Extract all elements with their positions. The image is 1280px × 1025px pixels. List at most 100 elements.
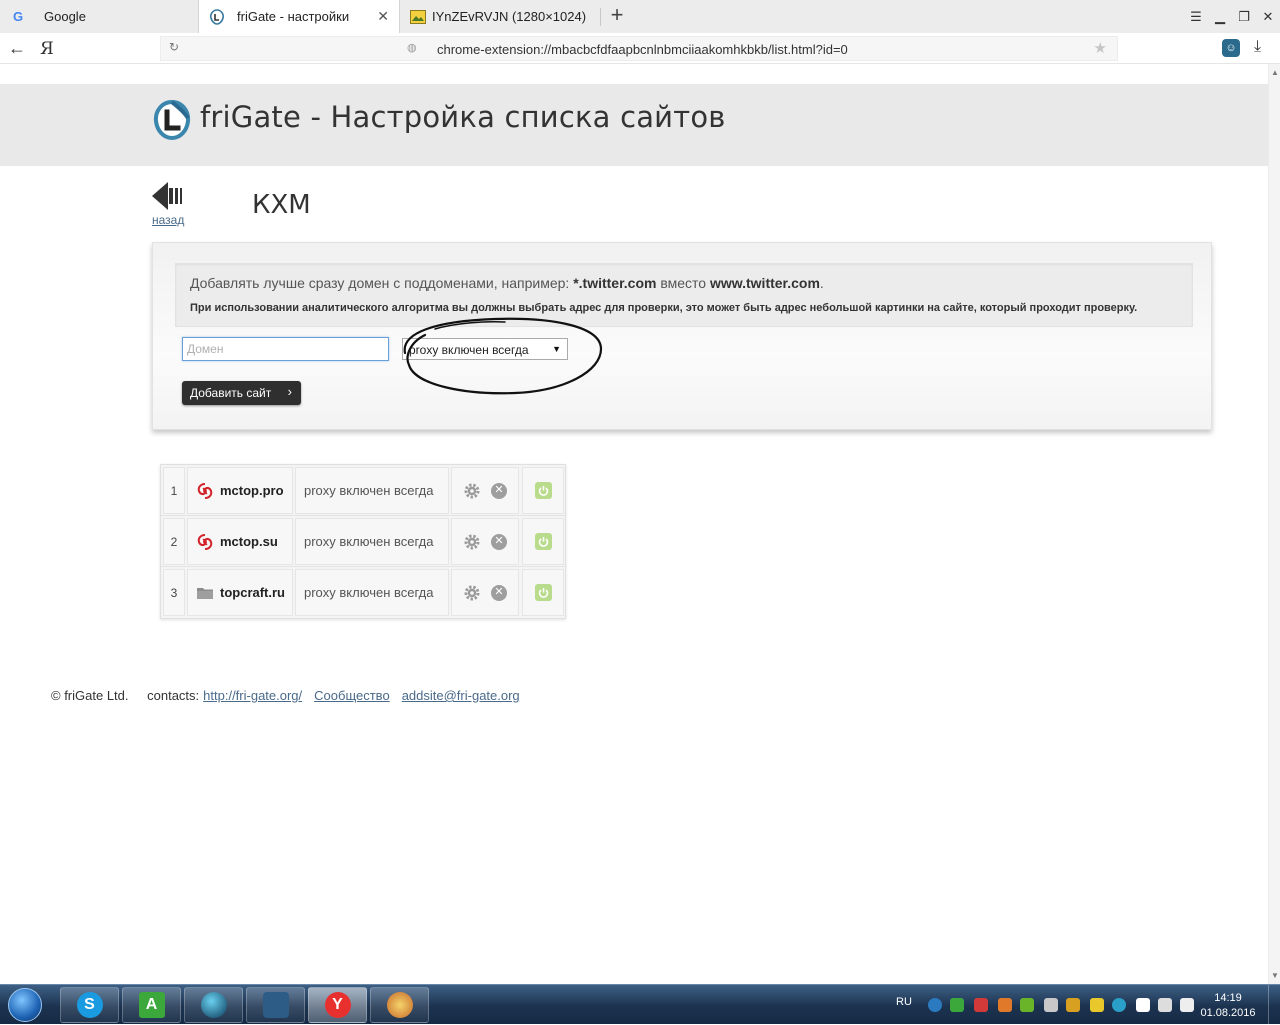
language-indicator[interactable]: RU bbox=[896, 996, 912, 1008]
frigate-logo-icon bbox=[152, 99, 192, 141]
site-domain-cell: mctop.su bbox=[187, 518, 293, 565]
back-arrow-icon bbox=[152, 182, 182, 210]
domain-input[interactable] bbox=[182, 337, 389, 361]
taskbar-photo-app[interactable] bbox=[246, 987, 305, 1023]
site-mode: proxy включен всегда bbox=[295, 467, 449, 514]
clock-time: 14:19 bbox=[1214, 992, 1242, 1004]
globe-icon: ◍ bbox=[407, 42, 417, 54]
tab-image[interactable]: IYnZEvRVJN (1280×1024) bbox=[400, 0, 600, 33]
start-button[interactable] bbox=[2, 986, 48, 1024]
site-domain-cell: mctop.pro bbox=[187, 467, 293, 514]
yandex-button[interactable]: Я bbox=[40, 39, 54, 59]
url-text[interactable]: chrome-extension://mbacbcfdfaapbcnlnbmci… bbox=[437, 42, 848, 57]
taskbar-yandex-browser[interactable]: Y bbox=[308, 987, 367, 1023]
footer-link-site[interactable]: http://fri-gate.org/ bbox=[203, 688, 302, 703]
restore-icon[interactable]: ❐ bbox=[1232, 0, 1256, 33]
proxy-mode-select[interactable]: proxy включен всегда ▼ bbox=[402, 338, 568, 360]
row-number: 1 bbox=[163, 467, 185, 514]
tab-close-icon[interactable]: ✕ bbox=[377, 8, 389, 25]
windows-logo-icon bbox=[8, 988, 42, 1022]
site-toggle bbox=[522, 569, 564, 616]
tray-e-icon[interactable] bbox=[1112, 998, 1126, 1012]
menu-icon[interactable]: ☰ bbox=[1184, 0, 1208, 33]
vertical-scrollbar[interactable]: ▲ ▼ bbox=[1268, 64, 1280, 984]
back-arrow-icon[interactable]: ← bbox=[8, 38, 26, 59]
tray-nvidia-icon[interactable] bbox=[1020, 998, 1034, 1012]
add-site-button[interactable]: Добавить сайт › bbox=[182, 381, 301, 405]
table-row: 1 mctop.pro proxy включен всегда ✕ bbox=[161, 465, 565, 516]
site-actions: ✕ bbox=[451, 518, 519, 565]
power-toggle-icon[interactable] bbox=[534, 482, 552, 499]
new-tab-button[interactable]: + bbox=[606, 4, 628, 28]
back-link-label[interactable]: назад bbox=[152, 213, 184, 227]
taskbar-paint[interactable] bbox=[370, 987, 429, 1023]
row-number: 3 bbox=[163, 569, 185, 616]
gear-icon[interactable] bbox=[463, 584, 481, 602]
extension-icon[interactable]: ☺ bbox=[1222, 39, 1240, 57]
show-desktop-button[interactable] bbox=[1268, 985, 1280, 1025]
footer-link-community[interactable]: Сообщество bbox=[314, 688, 390, 703]
tab-frigate[interactable]: friGate - настройки ✕ bbox=[198, 0, 400, 33]
add-site-label: Добавить сайт bbox=[190, 386, 272, 400]
clock-date: 01.08.2016 bbox=[1200, 1007, 1256, 1019]
taskbar-globe-app[interactable] bbox=[184, 987, 243, 1023]
row-number: 2 bbox=[163, 518, 185, 565]
site-actions: ✕ bbox=[451, 569, 519, 616]
address-bar-row: ← Я ↻ ◍ chrome-extension://mbacbcfdfaapb… bbox=[0, 33, 1280, 64]
close-window-icon[interactable]: ✕ bbox=[1256, 0, 1280, 33]
tab-title: friGate - настройки bbox=[237, 9, 350, 24]
photo-app-icon bbox=[262, 992, 289, 1018]
taskbar-skype[interactable]: S bbox=[60, 987, 119, 1023]
power-toggle-icon[interactable] bbox=[534, 533, 552, 550]
bookmark-star-icon[interactable]: ★ bbox=[1094, 39, 1107, 57]
footer-contacts-label: contacts: bbox=[147, 688, 200, 703]
footer-link-email[interactable]: addsite@fri-gate.org bbox=[402, 688, 520, 703]
list-name-heading: КХМ bbox=[252, 190, 311, 220]
site-mode: proxy включен всегда bbox=[295, 518, 449, 565]
notice-line-1: Добавлять лучше сразу домен с поддоменам… bbox=[190, 275, 824, 291]
tab-separator bbox=[600, 8, 601, 26]
tray-globe-icon[interactable] bbox=[928, 998, 942, 1012]
tray-flag-icon[interactable] bbox=[1136, 998, 1150, 1012]
site-domain: mctop.pro bbox=[220, 483, 284, 498]
google-g-icon: G bbox=[12, 9, 24, 24]
notice-box: Добавлять лучше сразу домен с поддоменам… bbox=[175, 263, 1193, 327]
taskbar-a-app[interactable]: A bbox=[122, 987, 181, 1023]
delete-icon[interactable]: ✕ bbox=[491, 584, 507, 601]
tray-volume-icon[interactable] bbox=[1180, 998, 1194, 1012]
system-clock[interactable]: 14:19 01.08.2016 bbox=[1196, 991, 1260, 1021]
site-actions: ✕ bbox=[451, 467, 519, 514]
tray-shield-icon[interactable] bbox=[1066, 998, 1080, 1012]
reload-icon[interactable]: ↻ bbox=[169, 40, 179, 54]
tray-orange-icon[interactable] bbox=[998, 998, 1012, 1012]
scroll-down-icon[interactable]: ▼ bbox=[1271, 971, 1279, 980]
gear-icon[interactable] bbox=[463, 482, 481, 500]
tray-network-icon[interactable] bbox=[1158, 998, 1172, 1012]
tray-a-icon[interactable] bbox=[950, 998, 964, 1012]
image-icon bbox=[410, 9, 426, 25]
yandex-browser-icon: Y bbox=[324, 992, 351, 1018]
delete-icon[interactable]: ✕ bbox=[491, 482, 507, 499]
tray-red-icon[interactable] bbox=[974, 998, 988, 1012]
skype-icon: S bbox=[76, 992, 103, 1018]
gear-icon[interactable] bbox=[463, 533, 481, 551]
minimize-icon[interactable]: ▁ bbox=[1208, 0, 1232, 33]
globe-dark-icon bbox=[200, 992, 227, 1018]
table-row: 2 mctop.su proxy включен всегда ✕ bbox=[161, 516, 565, 567]
power-toggle-icon[interactable] bbox=[534, 584, 552, 601]
windows-taskbar: S A Y RU 14:19 01.08.2016 bbox=[0, 984, 1280, 1025]
tray-player-icon[interactable] bbox=[1090, 998, 1104, 1012]
scroll-up-icon[interactable]: ▲ bbox=[1271, 68, 1279, 77]
table-row: 3 topcraft.ru proxy включен всегда ✕ bbox=[161, 567, 565, 618]
tab-title: Google bbox=[44, 9, 86, 24]
delete-icon[interactable]: ✕ bbox=[491, 533, 507, 550]
omnibox[interactable]: ↻ ◍ chrome-extension://mbacbcfdfaapbcnln… bbox=[160, 36, 1118, 61]
a-green-icon: A bbox=[138, 992, 165, 1018]
tray-speaker-small-icon[interactable] bbox=[1044, 998, 1058, 1012]
site-domain: mctop.su bbox=[220, 534, 278, 549]
tab-google[interactable]: G Google bbox=[0, 0, 198, 33]
footer-copyright: © friGate Ltd. bbox=[51, 688, 129, 703]
back-link[interactable]: назад bbox=[150, 182, 200, 228]
add-site-panel: Добавлять лучше сразу домен с поддоменам… bbox=[152, 242, 1212, 430]
download-icon[interactable]: ⤓ bbox=[1254, 38, 1261, 56]
